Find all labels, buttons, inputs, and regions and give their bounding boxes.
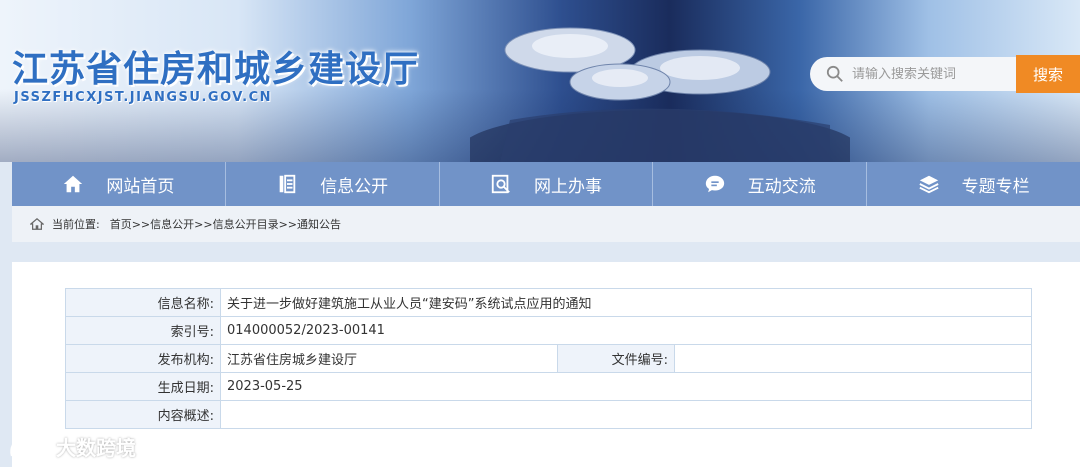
search-button[interactable]: 搜索 xyxy=(1016,55,1080,93)
info-summary-value xyxy=(220,400,1032,429)
layers-icon xyxy=(919,175,939,194)
nav-item-services[interactable]: 网上办事 xyxy=(440,162,654,206)
stadium-illustration xyxy=(470,27,850,162)
info-name-value: 关于进一步做好建筑施工从业人员“建安码”系统试点应用的通知 xyxy=(220,288,1032,317)
search-doc-icon xyxy=(491,174,510,194)
breadcrumb-separator: >> xyxy=(194,217,213,231)
info-org-label: 发布机构: xyxy=(65,344,221,373)
content-panel: 信息名称: 关于进一步做好建筑施工从业人员“建安码”系统试点应用的通知 索引号:… xyxy=(12,262,1080,467)
home-small-icon xyxy=(30,217,44,230)
nav-item-topics[interactable]: 专题专栏 xyxy=(867,162,1080,206)
watermark-text: 大数跨境 xyxy=(56,436,136,460)
breadcrumb-separator: >> xyxy=(278,217,298,231)
nav-item-label: 信息公开 xyxy=(320,176,389,197)
info-name-label: 信息名称: xyxy=(65,288,221,317)
breadcrumb-prefix: 当前位置: xyxy=(52,218,100,231)
watermark: 大数跨境 xyxy=(8,432,136,461)
info-index-label: 索引号: xyxy=(65,316,221,345)
info-table: 信息名称: 关于进一步做好建筑施工从业人员“建安码”系统试点应用的通知 索引号:… xyxy=(65,288,1032,429)
search-box xyxy=(810,57,1016,91)
info-org-value: 江苏省住房城乡建设厅 xyxy=(220,344,558,373)
list-icon xyxy=(279,174,296,194)
site-domain: JSSZFHCXJST.JIANGSU.GOV.CN xyxy=(14,90,273,105)
main-nav: 网站首页 信息公开 网上办事 互动交流 专题专栏 xyxy=(12,162,1080,206)
info-date-label: 生成日期: xyxy=(65,372,221,401)
table-row: 生成日期: 2023-05-25 xyxy=(65,372,1032,401)
breadcrumb-separator: >> xyxy=(131,217,151,231)
info-date-value: 2023-05-25 xyxy=(220,372,1032,401)
table-row: 发布机构: 江苏省住房城乡建设厅 文件编号: xyxy=(65,344,1032,373)
table-row: 信息名称: 关于进一步做好建筑施工从业人员“建安码”系统试点应用的通知 xyxy=(65,288,1032,317)
table-row: 索引号: 014000052/2023-00141 xyxy=(65,316,1032,345)
info-docno-value xyxy=(674,344,1032,373)
nav-item-interact[interactable]: 互动交流 xyxy=(653,162,868,206)
info-summary-label: 内容概述: xyxy=(65,400,221,429)
breadcrumb-item-catalog[interactable]: 信息公开目录 xyxy=(213,216,279,232)
breadcrumb-item-notices[interactable]: 通知公告 xyxy=(297,216,341,232)
nav-item-label: 互动交流 xyxy=(747,176,816,197)
watermark-logo-icon xyxy=(10,437,52,456)
breadcrumb-item-home[interactable]: 首页 xyxy=(110,216,132,232)
nav-item-label: 网站首页 xyxy=(106,176,175,197)
chat-icon xyxy=(705,175,724,193)
info-index-value: 014000052/2023-00141 xyxy=(220,316,1032,345)
nav-item-home[interactable]: 网站首页 xyxy=(12,162,226,206)
breadcrumb: 当前位置: 首页 >> 信息公开 >> 信息公开目录 >> 通知公告 xyxy=(12,206,1080,242)
search-icon xyxy=(826,65,843,82)
site-title: 江苏省住房和城乡建设厅 xyxy=(12,49,420,90)
search-input[interactable] xyxy=(852,66,1012,82)
nav-item-label: 网上办事 xyxy=(533,176,602,197)
table-row: 内容概述: xyxy=(65,400,1032,429)
info-docno-label: 文件编号: xyxy=(557,344,675,373)
nav-item-info[interactable]: 信息公开 xyxy=(226,162,440,206)
nav-item-label: 专题专栏 xyxy=(961,176,1030,197)
breadcrumb-item-info[interactable]: 信息公开 xyxy=(150,216,194,232)
site-header: 江苏省住房和城乡建设厅 JSSZFHCXJST.JIANGSU.GOV.CN 搜… xyxy=(0,0,1080,162)
home-icon xyxy=(64,175,83,193)
